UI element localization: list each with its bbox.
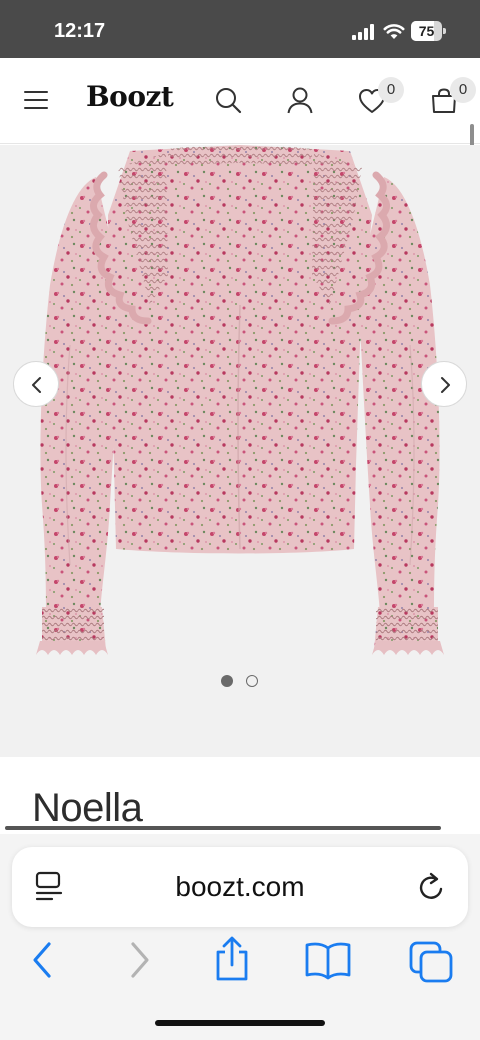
product-image[interactable] xyxy=(0,145,480,757)
chevron-left-icon xyxy=(32,377,41,393)
bookmarks-icon[interactable] xyxy=(304,942,352,985)
page-scroll-indicator xyxy=(5,826,441,830)
reload-icon[interactable] xyxy=(417,871,447,908)
search-icon[interactable] xyxy=(214,86,242,114)
back-icon[interactable] xyxy=(30,940,54,985)
forward-icon[interactable] xyxy=(128,940,152,985)
next-image-button[interactable] xyxy=(421,361,467,407)
screen: 12:17 75 Boozt 0 0 Noella boozt.com xyxy=(0,0,480,1040)
battery-icon: 75 xyxy=(411,21,446,41)
carousel-dot-1[interactable] xyxy=(221,675,233,687)
browser-bottom-bar: boozt.com xyxy=(0,834,480,1040)
signal-icon xyxy=(352,24,376,45)
url-text[interactable]: boozt.com xyxy=(12,871,468,903)
share-icon[interactable] xyxy=(212,936,252,987)
status-time: 12:17 xyxy=(54,20,106,42)
brand-logo[interactable]: Boozt xyxy=(86,80,174,113)
wifi-icon xyxy=(383,22,405,45)
cart-count-badge: 0 xyxy=(450,77,476,103)
wishlist-count-badge: 0 xyxy=(378,77,404,103)
home-indicator xyxy=(155,1020,325,1026)
product-title: Noella xyxy=(32,786,143,830)
previous-image-button[interactable] xyxy=(13,361,59,407)
carousel-dot-2[interactable] xyxy=(246,675,258,687)
chevron-right-icon xyxy=(441,377,450,393)
site-header: Boozt 0 0 xyxy=(0,58,480,144)
menu-icon[interactable] xyxy=(24,91,48,111)
address-bar[interactable]: boozt.com xyxy=(12,847,468,927)
status-bar: 12:17 75 xyxy=(0,0,480,58)
product-gallery[interactable] xyxy=(0,145,480,757)
battery-percent: 75 xyxy=(418,23,435,39)
tabs-icon[interactable] xyxy=(408,940,454,989)
account-icon[interactable] xyxy=(286,86,314,114)
